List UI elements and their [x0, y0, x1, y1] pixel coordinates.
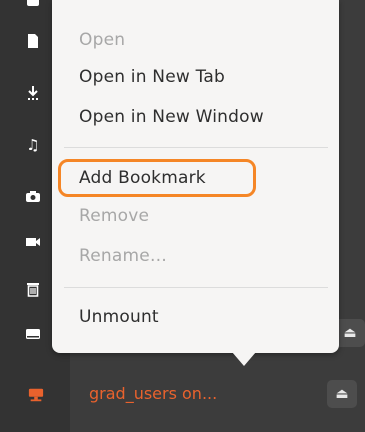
download-icon[interactable]: [25, 85, 41, 101]
sidebar-item-grad-users[interactable]: grad_users on...: [0, 370, 365, 420]
music-icon[interactable]: ♫: [25, 137, 41, 153]
menu-item-open: Open: [79, 30, 126, 50]
video-icon[interactable]: [25, 234, 41, 250]
eject-icon: ⏏: [343, 325, 357, 341]
menu-separator: [64, 147, 328, 148]
drive-icon[interactable]: [25, 326, 41, 342]
sidebar-item-label: grad_users on...: [89, 384, 218, 403]
eject-icon: ⏏: [335, 386, 349, 402]
eject-button-grad-users[interactable]: ⏏: [327, 380, 357, 408]
menu-item-rename: Rename…: [79, 246, 168, 266]
eject-button[interactable]: ⏏: [335, 319, 365, 347]
menu-item-open-new-tab[interactable]: Open in New Tab: [79, 67, 225, 87]
highlight-ring: [58, 159, 256, 197]
menu-item-open-new-window[interactable]: Open in New Window: [79, 107, 264, 127]
menu-separator: [64, 287, 328, 288]
trash-icon[interactable]: [25, 281, 41, 297]
menu-item-remove: Remove: [79, 206, 150, 226]
network-drive-icon: [28, 387, 44, 403]
menu-item-unmount[interactable]: Unmount: [79, 307, 159, 327]
camera-icon[interactable]: [25, 188, 41, 204]
document-icon[interactable]: [25, 33, 41, 49]
image-icon[interactable]: [25, 0, 41, 8]
menu-pointer-arrow: [232, 352, 256, 366]
